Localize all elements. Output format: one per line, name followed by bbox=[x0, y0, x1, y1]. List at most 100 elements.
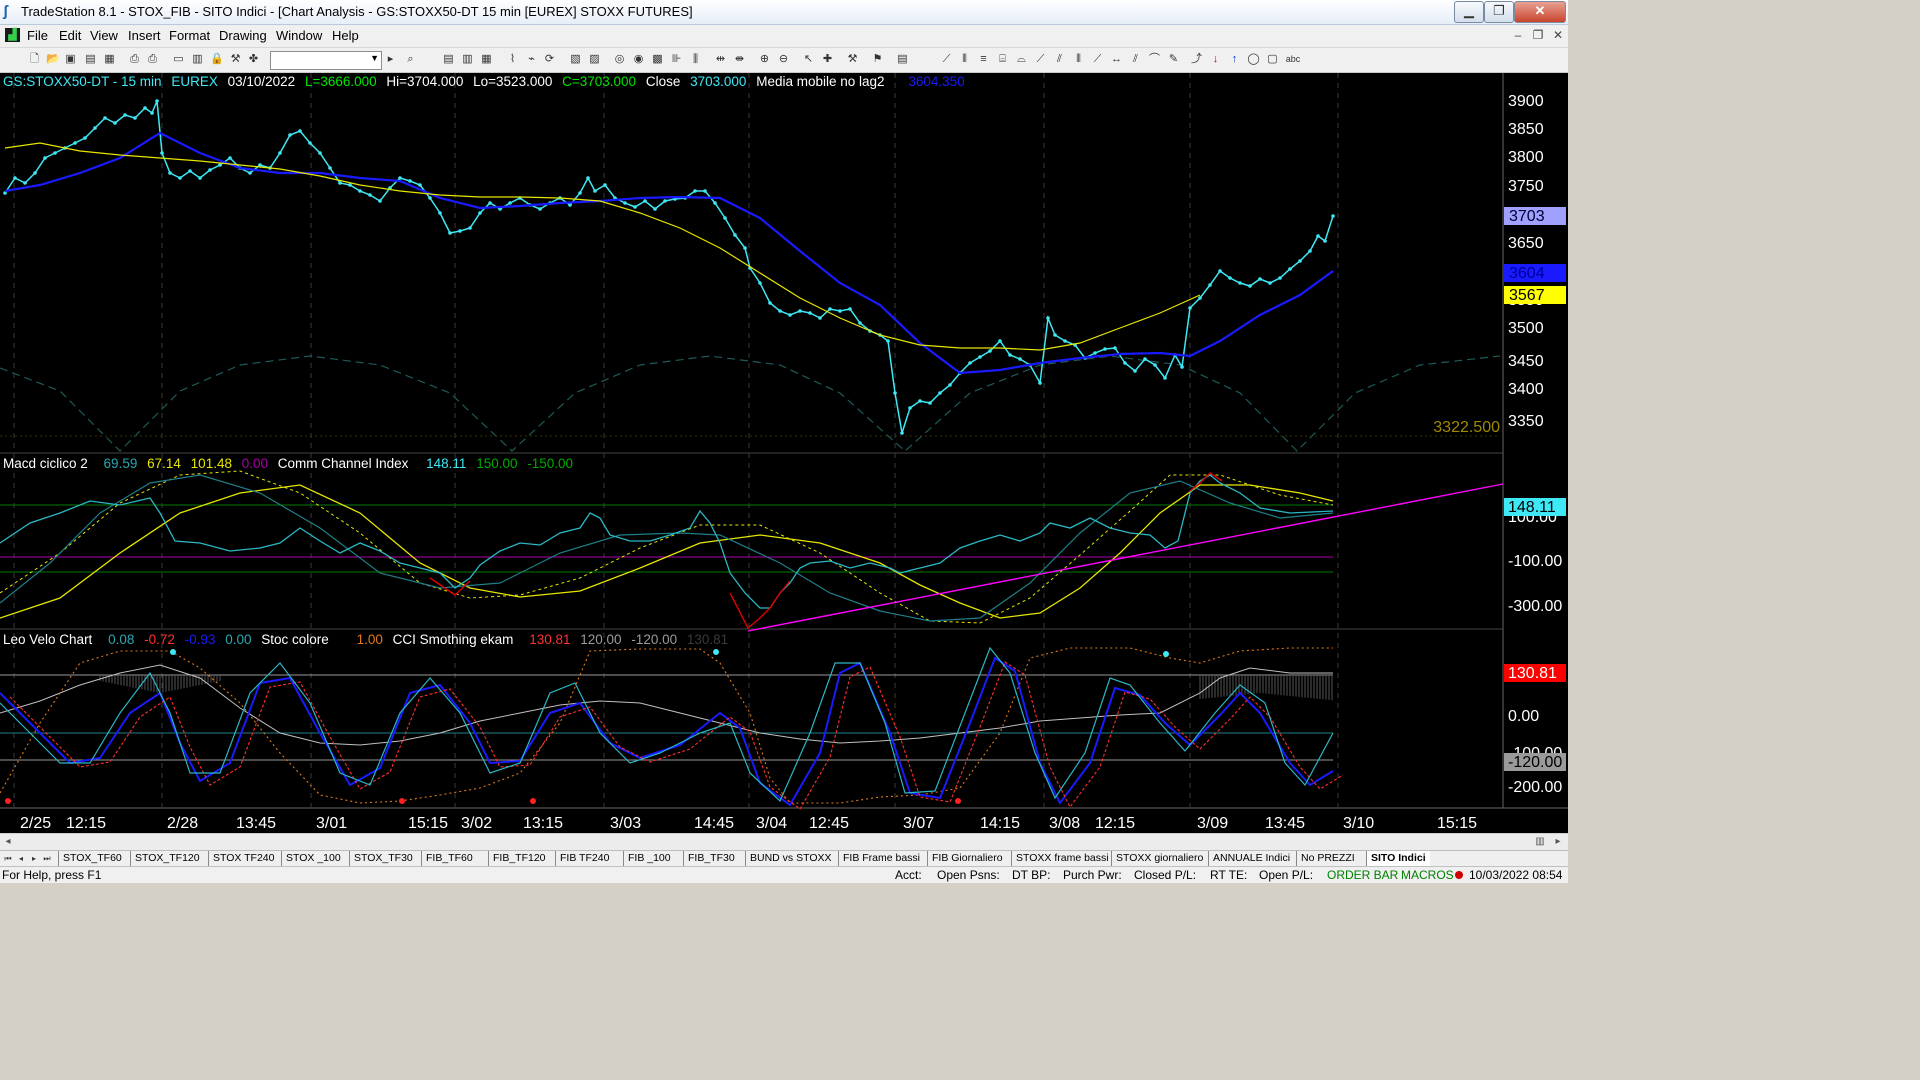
horizontal-arrow-icon[interactable]: ↔ bbox=[1110, 53, 1123, 66]
format-window-icon[interactable]: ▤ bbox=[442, 53, 455, 66]
tab-bund-vs-stoxx[interactable]: BUND vs STOXX bbox=[745, 851, 836, 866]
menu-format[interactable]: Format bbox=[169, 28, 210, 43]
bar-style-icon[interactable]: ▨ bbox=[588, 53, 601, 66]
refresh-icon[interactable]: ⟳ bbox=[543, 53, 556, 66]
maximize-button[interactable]: ❐ bbox=[1484, 1, 1514, 23]
tab-stox-tf60[interactable]: STOX_TF60 bbox=[58, 851, 126, 866]
tab-fib-tf60[interactable]: FIB_TF60 bbox=[421, 851, 477, 866]
tab-fib-frame-bassi[interactable]: FIB Frame bassi bbox=[838, 851, 924, 866]
format-symbol-icon[interactable]: ▥ bbox=[461, 53, 474, 66]
tab-fib-100[interactable]: FIB _100 bbox=[623, 851, 675, 866]
tab-stoxx-frame-bassi[interactable]: STOXX frame bassi bbox=[1011, 851, 1113, 866]
data-window-icon[interactable]: ▦ bbox=[480, 53, 493, 66]
tab-fib-tf120[interactable]: FIB_TF120 bbox=[488, 851, 550, 866]
chart-style-icon[interactable]: ▧ bbox=[569, 53, 582, 66]
radar-icon[interactable]: ◎ bbox=[613, 53, 626, 66]
down-arrow-icon[interactable]: ↓ bbox=[1209, 53, 1222, 66]
tab-no-prezzi[interactable]: No PREZZI bbox=[1296, 851, 1359, 866]
menu-insert[interactable]: Insert bbox=[128, 28, 161, 43]
zoom-in-icon[interactable]: ⊕ bbox=[758, 53, 771, 66]
tile-icon[interactable]: ▥ bbox=[191, 53, 204, 66]
gann-icon[interactable]: ⟋ bbox=[1034, 53, 1047, 66]
menu-view[interactable]: View bbox=[90, 28, 118, 43]
mdi-close-button[interactable]: ✕ bbox=[1550, 27, 1566, 43]
rectangle-icon[interactable]: ▢ bbox=[1266, 53, 1279, 66]
play-icon[interactable]: ▸ bbox=[384, 53, 397, 66]
tab-stox-tf30[interactable]: STOX_TF30 bbox=[349, 851, 417, 866]
curve-icon[interactable]: ⤴ bbox=[1190, 53, 1203, 66]
new-icon[interactable]: 🗋 bbox=[28, 53, 41, 66]
print-preview-icon[interactable]: ⎙ bbox=[146, 53, 159, 66]
parallel-lines-icon[interactable]: ⫽ bbox=[1129, 53, 1142, 66]
scroll-left-icon[interactable]: ◂ bbox=[0, 834, 16, 850]
window-icon[interactable]: ▭ bbox=[172, 53, 185, 66]
mdi-restore-button[interactable]: ❐ bbox=[1530, 27, 1546, 43]
insert-strategy-icon[interactable]: ⌁ bbox=[525, 53, 538, 66]
scanner-icon[interactable]: ◉ bbox=[632, 53, 645, 66]
tab-fib-giornaliero[interactable]: FIB Giornaliero bbox=[927, 851, 1007, 866]
tab-stox-100[interactable]: STOX _100 bbox=[281, 851, 345, 866]
pencil-icon[interactable]: ✎ bbox=[1167, 53, 1180, 66]
cycle-icon[interactable]: ⦀ bbox=[1072, 53, 1085, 66]
minimize-button[interactable]: ▁ bbox=[1454, 1, 1484, 23]
hammer-icon[interactable]: ⚒ bbox=[846, 53, 859, 66]
candles-icon[interactable]: ⊪ bbox=[670, 53, 683, 66]
menu-edit[interactable]: Edit bbox=[59, 28, 81, 43]
ellipse-icon[interactable]: ◯ bbox=[1247, 53, 1260, 66]
tab-next-icon[interactable]: ▸ bbox=[28, 852, 40, 865]
lock-icon[interactable]: 🔒 bbox=[210, 53, 224, 66]
up-arrow-icon[interactable]: ↑ bbox=[1228, 53, 1241, 66]
crosshair-icon[interactable]: ✚ bbox=[821, 53, 834, 66]
horizontal-line-icon[interactable]: ≡ bbox=[977, 53, 990, 66]
bars-icon[interactable]: ⫼ bbox=[689, 53, 702, 66]
channel-icon[interactable]: ⫽ bbox=[1053, 53, 1066, 66]
zoom-out-bars-icon[interactable]: ⇹ bbox=[714, 53, 727, 66]
chart-area[interactable]: 3900385038003750365036003550350034503400… bbox=[0, 73, 1568, 833]
tab-first-icon[interactable]: ⏮ bbox=[2, 852, 14, 865]
network-icon[interactable]: ✤ bbox=[247, 53, 260, 66]
tab-fib-tf30[interactable]: FIB_TF30 bbox=[683, 851, 739, 866]
arc-fib-icon[interactable]: ⌒ bbox=[1148, 53, 1161, 66]
arc-icon[interactable]: ⌓ bbox=[1015, 53, 1028, 66]
mdi-minimize-button[interactable]: – bbox=[1510, 27, 1526, 43]
print-icon[interactable]: ⎙ bbox=[128, 53, 141, 66]
trendline-icon[interactable]: ⟋ bbox=[940, 53, 953, 66]
scroll-right-icon[interactable]: ▸ bbox=[1550, 834, 1566, 850]
find-icon[interactable]: ⌕ bbox=[404, 53, 417, 66]
tab-sito-indici[interactable]: SITO Indici bbox=[1366, 851, 1430, 866]
chart-window-icon[interactable]: ▟ bbox=[5, 28, 20, 42]
tab-prev-icon[interactable]: ◂ bbox=[15, 852, 27, 865]
alert-icon[interactable]: ⚑ bbox=[871, 53, 884, 66]
tab-stox-tf120[interactable]: STOX_TF120 bbox=[130, 851, 204, 866]
tab-annuale-indici[interactable]: ANNUALE Indici bbox=[1208, 851, 1294, 866]
tab-last-icon[interactable]: ⏭ bbox=[41, 852, 53, 865]
open-workspace-icon[interactable]: ▣ bbox=[64, 53, 77, 66]
macros-button[interactable]: MACROS bbox=[1401, 868, 1454, 882]
menu-file[interactable]: File bbox=[27, 28, 48, 43]
matrix-icon[interactable]: ▩ bbox=[651, 53, 664, 66]
horizontal-scrollbar[interactable]: ◂ ▥ ▸ bbox=[0, 833, 1568, 850]
pointer-icon[interactable]: ↖ bbox=[802, 53, 815, 66]
tab-fib-tf240[interactable]: FIB TF240 bbox=[555, 851, 613, 866]
speed-lines-icon[interactable]: ⟋ bbox=[1091, 53, 1104, 66]
open-icon[interactable]: 📂 bbox=[46, 53, 60, 66]
menu-drawing[interactable]: Drawing bbox=[219, 28, 267, 43]
text-icon[interactable]: ▤ bbox=[896, 53, 909, 66]
symbol-combo[interactable]: ▼ bbox=[270, 51, 382, 70]
zoom-out-icon[interactable]: ⊖ bbox=[777, 53, 790, 66]
fib-icon[interactable]: ⌸ bbox=[996, 53, 1009, 66]
tab-stoxx-giornaliero[interactable]: STOXX giornaliero bbox=[1111, 851, 1207, 866]
new-window-icon[interactable]: ▤ bbox=[84, 53, 97, 66]
order-bar-button[interactable]: ORDER BAR bbox=[1327, 868, 1398, 882]
insert-indicator-icon[interactable]: ⌇ bbox=[506, 53, 519, 66]
menu-window[interactable]: Window bbox=[276, 28, 322, 43]
menu-help[interactable]: Help bbox=[332, 28, 359, 43]
scroll-thumb-icon[interactable]: ▥ bbox=[1532, 834, 1548, 850]
text-label-icon[interactable]: abc bbox=[1284, 53, 1302, 66]
close-button[interactable]: ✕ bbox=[1514, 1, 1566, 23]
save-icon[interactable]: ▦ bbox=[103, 53, 116, 66]
tab-stox-tf240[interactable]: STOX TF240 bbox=[208, 851, 278, 866]
tools-icon[interactable]: ⚒ bbox=[229, 53, 242, 66]
vertical-line-icon[interactable]: ⦀ bbox=[958, 53, 971, 66]
zoom-in-bars-icon[interactable]: ⇼ bbox=[733, 53, 746, 66]
